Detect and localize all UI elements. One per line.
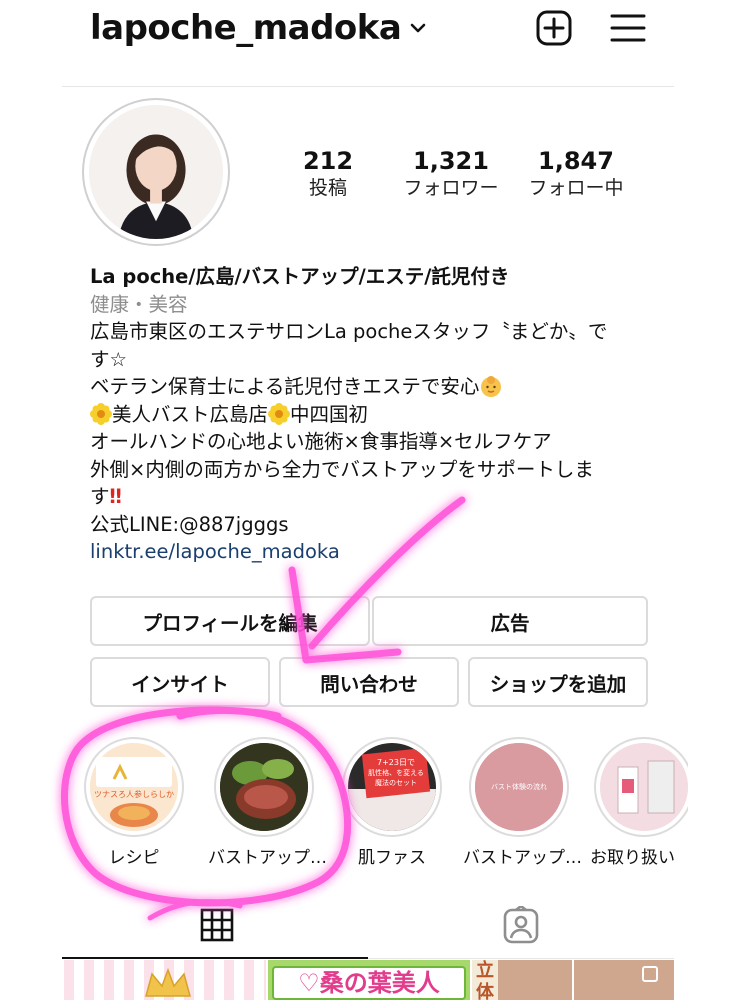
crown-icon — [145, 967, 191, 997]
edit-profile-button[interactable]: プロフィールを編集 — [90, 596, 370, 646]
followers-count-label: フォロワー — [403, 177, 499, 199]
highlight-cover — [220, 743, 308, 831]
following-count[interactable]: 1,847 フォロー中 — [522, 148, 630, 202]
highlight-skin-fast[interactable]: 7+23日で 肌性格、を変える 魔法のセット 肌ファス — [336, 737, 448, 868]
highlight-label: お取り扱い — [590, 848, 675, 868]
following-count-value: 1,847 — [538, 147, 614, 175]
bio-text: す — [90, 485, 110, 508]
bio-link[interactable]: linktr.ee/lapoche_madoka — [90, 538, 670, 566]
grid-post-text: ♡桑の葉美人 — [272, 966, 466, 1000]
followers-count[interactable]: 1,321 フォロワー — [396, 148, 506, 202]
flower-emoji — [90, 402, 112, 425]
grid-icon[interactable] — [200, 908, 234, 942]
bio-line: 美人バスト広島店 中四国初 — [90, 401, 670, 429]
tagged-icon[interactable] — [502, 906, 540, 944]
multi-post-icon — [642, 966, 658, 982]
baby-emoji — [481, 376, 502, 397]
highlight-products[interactable]: お取り扱い — [588, 737, 688, 868]
highlight-recipe[interactable]: ツナスろ人参しらしか レシピ — [78, 737, 190, 868]
profile-photo — [89, 105, 223, 239]
bio-line: ベテラン保育士による託児付きエステで安心 — [90, 373, 670, 401]
bio-line: オールハンドの心地よい施術×食事指導×セルフケア — [90, 430, 552, 453]
bio-line: 広島市東区のエステサロンLa pocheスタッフ〝まどか〟で — [90, 320, 608, 343]
add-shop-button[interactable]: ショップを追加 — [468, 657, 648, 707]
bio-text: 中四国初 — [290, 402, 369, 426]
username: lapoche_madoka — [90, 8, 402, 48]
highlight-bust-up-1[interactable]: バストアップ… — [208, 737, 327, 868]
bio-text: ベテラン保育士による託児付きエステで安心 — [90, 375, 480, 398]
chevron-down-icon — [411, 23, 426, 33]
profile-bio: La poche/広島/バストアップ/エステ/託児付き 健康・美容 広島市東区の… — [90, 263, 670, 566]
ads-button[interactable]: 広告 — [372, 596, 648, 646]
highlight-cover-text: 肌性格、を変える — [368, 768, 424, 777]
active-tab-indicator — [62, 957, 368, 959]
grid-post[interactable] — [64, 960, 266, 1000]
avatar[interactable] — [82, 98, 230, 246]
highlight-cover: バスト体験の流れ — [475, 743, 563, 831]
followers-count-value: 1,321 — [413, 147, 489, 175]
grid-post-text: 立体 — [472, 960, 498, 1000]
posts-count-value: 212 — [302, 147, 354, 175]
posts-count-label: 投稿 — [308, 177, 347, 199]
highlight-cover — [600, 743, 688, 831]
header-divider — [62, 86, 674, 87]
bio-line: 公式LINE:@887jgggs — [90, 512, 289, 536]
category-label: 健康・美容 — [90, 292, 188, 316]
highlight-bust-up-2[interactable]: バスト体験の流れ バストアップ… — [463, 737, 582, 868]
bio-line: 外側×内側の両方から全力でバストアップをサポートしま — [90, 457, 594, 481]
menu-icon[interactable] — [610, 12, 646, 44]
plus-square-icon[interactable] — [536, 10, 572, 46]
grid-post[interactable]: ♡桑の葉美人 — [268, 960, 470, 1000]
highlight-label: バストアップ… — [208, 848, 327, 868]
username-switcher[interactable]: lapoche_madoka — [90, 8, 427, 48]
highlight-cover-text: バスト体験の流れ — [491, 782, 547, 791]
grid-post[interactable]: 立体 — [472, 960, 674, 1000]
insights-button[interactable]: インサイト — [90, 657, 270, 707]
highlight-cover-text: 7+23日で — [377, 758, 415, 767]
highlight-cover-text: 魔法のセット — [375, 778, 417, 787]
highlight-cover-text: ツナスろ人参しらしか — [94, 789, 174, 799]
following-count-label: フォロー中 — [528, 177, 624, 199]
highlight-cover: ツナスろ人参しらしか — [90, 743, 178, 831]
highlight-label: バストアップ… — [463, 848, 582, 868]
bio-line: す☆ — [90, 347, 127, 371]
top-bar: lapoche_madoka — [0, 0, 750, 60]
highlight-cover: 7+23日で 肌性格、を変える 魔法のセット — [348, 743, 436, 831]
contact-button[interactable]: 問い合わせ — [279, 657, 459, 707]
posts-count[interactable]: 212 投稿 — [300, 148, 356, 202]
display-name: La poche/広島/バストアップ/エステ/託児付き — [90, 265, 510, 288]
highlight-label: レシピ — [108, 848, 160, 868]
double-exclamation-emoji: ‼ — [109, 485, 122, 508]
bio-text: 美人バスト広島店 — [112, 402, 269, 426]
highlight-label: 肌ファス — [358, 848, 426, 868]
bio-line: す‼ — [90, 483, 670, 511]
flower-emoji — [268, 402, 291, 425]
